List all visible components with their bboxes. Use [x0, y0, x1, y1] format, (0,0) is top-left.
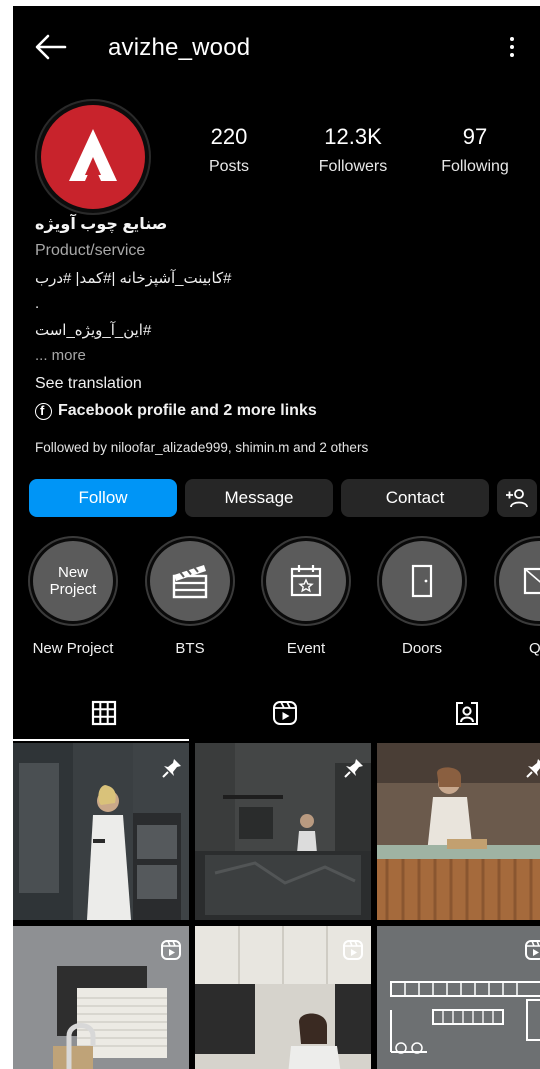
door-icon — [411, 564, 433, 598]
calendar-star-icon — [290, 565, 322, 597]
posts-count: 220 — [210, 124, 248, 149]
highlight-event[interactable] — [261, 536, 351, 626]
brand-logo — [41, 105, 145, 209]
highlight-label: BTS — [175, 640, 205, 657]
more-options-icon[interactable] — [505, 34, 519, 64]
avatar[interactable] — [35, 99, 151, 215]
profile-links-text: Facebook profile and 2 more links — [58, 402, 317, 419]
bio-hashtags[interactable]: کابینت_آشپزخانه |#کمد| #درب# — [35, 269, 232, 287]
reels-icon[interactable] — [272, 700, 298, 726]
highlight-label: Qu — [528, 640, 540, 657]
suggested-users-button[interactable] — [497, 479, 537, 517]
highlight-label: New Project — [32, 640, 114, 657]
profile-links[interactable]: Facebook profile and 2 more links — [35, 402, 317, 420]
highlight-label: Doors — [401, 640, 442, 657]
highlight-partial[interactable] — [494, 536, 540, 626]
pin-icon — [162, 759, 181, 778]
logo-a-icon — [69, 129, 117, 181]
grid-reel[interactable] — [195, 926, 371, 1069]
reels-icon — [525, 940, 540, 960]
following-label: Following — [441, 158, 509, 175]
grid-post[interactable] — [195, 743, 371, 920]
active-tab-indicator — [13, 739, 189, 741]
instagram-profile-screen: avizhe_wood 220 Posts 12.3K Followers 97… — [13, 6, 540, 1069]
follow-button[interactable]: Follow — [29, 479, 177, 517]
pin-icon — [344, 759, 363, 778]
clapperboard-icon — [172, 565, 208, 599]
highlight-cover — [382, 541, 462, 621]
grid-post[interactable] — [13, 743, 189, 920]
bio-more-link[interactable]: ... more — [35, 347, 86, 364]
profile-display-name: صنایع چوب آویژه — [35, 216, 168, 233]
stat-posts[interactable]: 220 Posts — [169, 124, 289, 176]
highlight-cover-text: New Project — [49, 564, 97, 598]
back-arrow-icon[interactable] — [33, 32, 69, 62]
facebook-icon — [35, 402, 52, 420]
posts-label: Posts — [208, 158, 249, 175]
highlight-new-project[interactable]: New Project — [28, 536, 118, 626]
grid-reel[interactable] — [377, 926, 540, 1069]
add-person-icon — [506, 489, 528, 508]
message-button[interactable]: Message — [185, 479, 333, 517]
image-icon — [523, 567, 540, 595]
highlight-label: Event — [286, 640, 326, 657]
pin-icon — [526, 759, 540, 778]
see-translation-link[interactable]: See translation — [35, 375, 142, 393]
following-count: 97 — [462, 124, 488, 149]
grid-post[interactable] — [377, 743, 540, 920]
highlight-cover — [266, 541, 346, 621]
highlight-cover — [150, 541, 230, 621]
contact-button[interactable]: Contact — [341, 479, 489, 517]
stat-following[interactable]: 97 Following — [415, 124, 535, 176]
grid-icon[interactable] — [91, 700, 117, 726]
highlight-doors[interactable] — [377, 536, 467, 626]
bio-hashtag-line[interactable]: این_آ_ویژه_است# — [35, 321, 151, 339]
profile-category: Product/service — [35, 242, 146, 259]
highlight-bts[interactable] — [145, 536, 235, 626]
reels-icon — [343, 940, 363, 960]
followed-by-text[interactable]: Followed by niloofar_alizade999, shimin.… — [35, 440, 368, 455]
post-thumbnail — [377, 743, 540, 920]
tagged-icon[interactable] — [454, 700, 480, 726]
reels-icon — [161, 940, 181, 960]
highlight-cover: New Project — [33, 541, 113, 621]
grid-reel[interactable] — [13, 926, 189, 1069]
highlight-cover — [499, 541, 540, 621]
bio-dot: . — [35, 295, 40, 312]
followers-label: Followers — [318, 158, 388, 175]
post-thumbnail — [377, 926, 540, 1069]
profile-username: avizhe_wood — [108, 34, 251, 61]
followers-count: 12.3K — [324, 124, 382, 149]
stat-followers[interactable]: 12.3K Followers — [293, 124, 413, 176]
